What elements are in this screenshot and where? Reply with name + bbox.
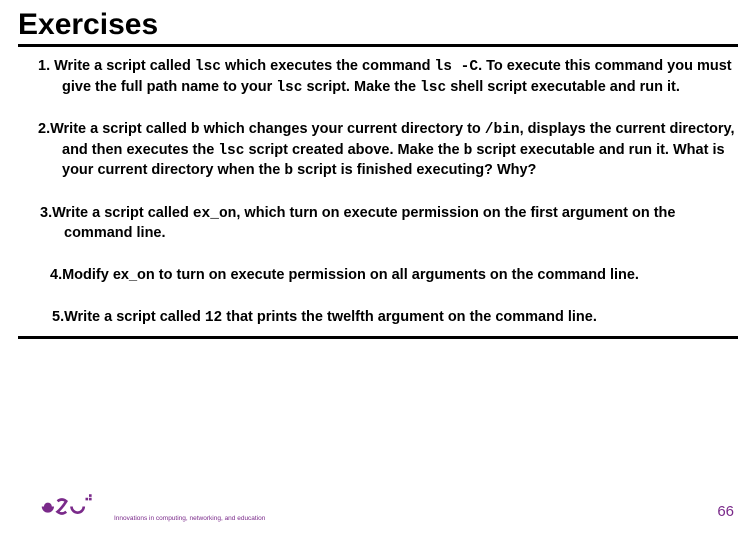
text: Write a script called <box>50 58 195 74</box>
osc-logo: Innovations in computing, networking, an… <box>40 492 265 528</box>
text: shell script executable and run it. <box>446 79 680 95</box>
num: 4. <box>50 267 62 283</box>
exercise-1: 1. Write a script called lsc which execu… <box>18 57 738 98</box>
text: script created above. Make the <box>244 142 463 158</box>
text: which changes your current directory to <box>200 121 485 137</box>
text: Write a script called <box>52 205 193 221</box>
code: lsc <box>195 59 221 75</box>
text: Modify ex_on to turn on execute permissi… <box>62 267 639 283</box>
code: 12 <box>205 310 222 326</box>
exercise-5: 5.Write a script called 12 that prints t… <box>18 308 738 329</box>
slide-title: Exercises <box>18 8 738 47</box>
code: ls -C <box>435 59 479 75</box>
code: lsc <box>218 143 244 159</box>
code: /bin <box>485 122 520 138</box>
exercise-2: 2.Write a script called b which changes … <box>18 120 738 182</box>
code: ex_on <box>193 206 237 222</box>
text: Write a script called <box>64 309 205 325</box>
num: 2. <box>38 121 50 137</box>
text: script is finished executing? Why? <box>293 162 536 178</box>
text: script. Make the <box>302 79 420 95</box>
num: 1. <box>38 58 50 74</box>
exercise-3: 3.Write a script called ex_on, which tur… <box>18 204 738 244</box>
logo-tagline: Innovations in computing, networking, an… <box>114 515 265 522</box>
code: b <box>191 122 200 138</box>
num: 5. <box>52 309 64 325</box>
text: Write a script called <box>50 121 191 137</box>
exercise-4: 4.Modify ex_on to turn on execute permis… <box>18 266 738 286</box>
footer-divider <box>18 336 738 339</box>
text: that prints the twelfth argument on the … <box>222 309 597 325</box>
num: 3. <box>40 205 52 221</box>
code: lsc <box>276 80 302 96</box>
text: which executes the command <box>221 58 435 74</box>
osc-logo-icon <box>40 492 110 528</box>
page-number: 66 <box>717 503 734 520</box>
code: b <box>284 163 293 179</box>
code: lsc <box>420 80 446 96</box>
